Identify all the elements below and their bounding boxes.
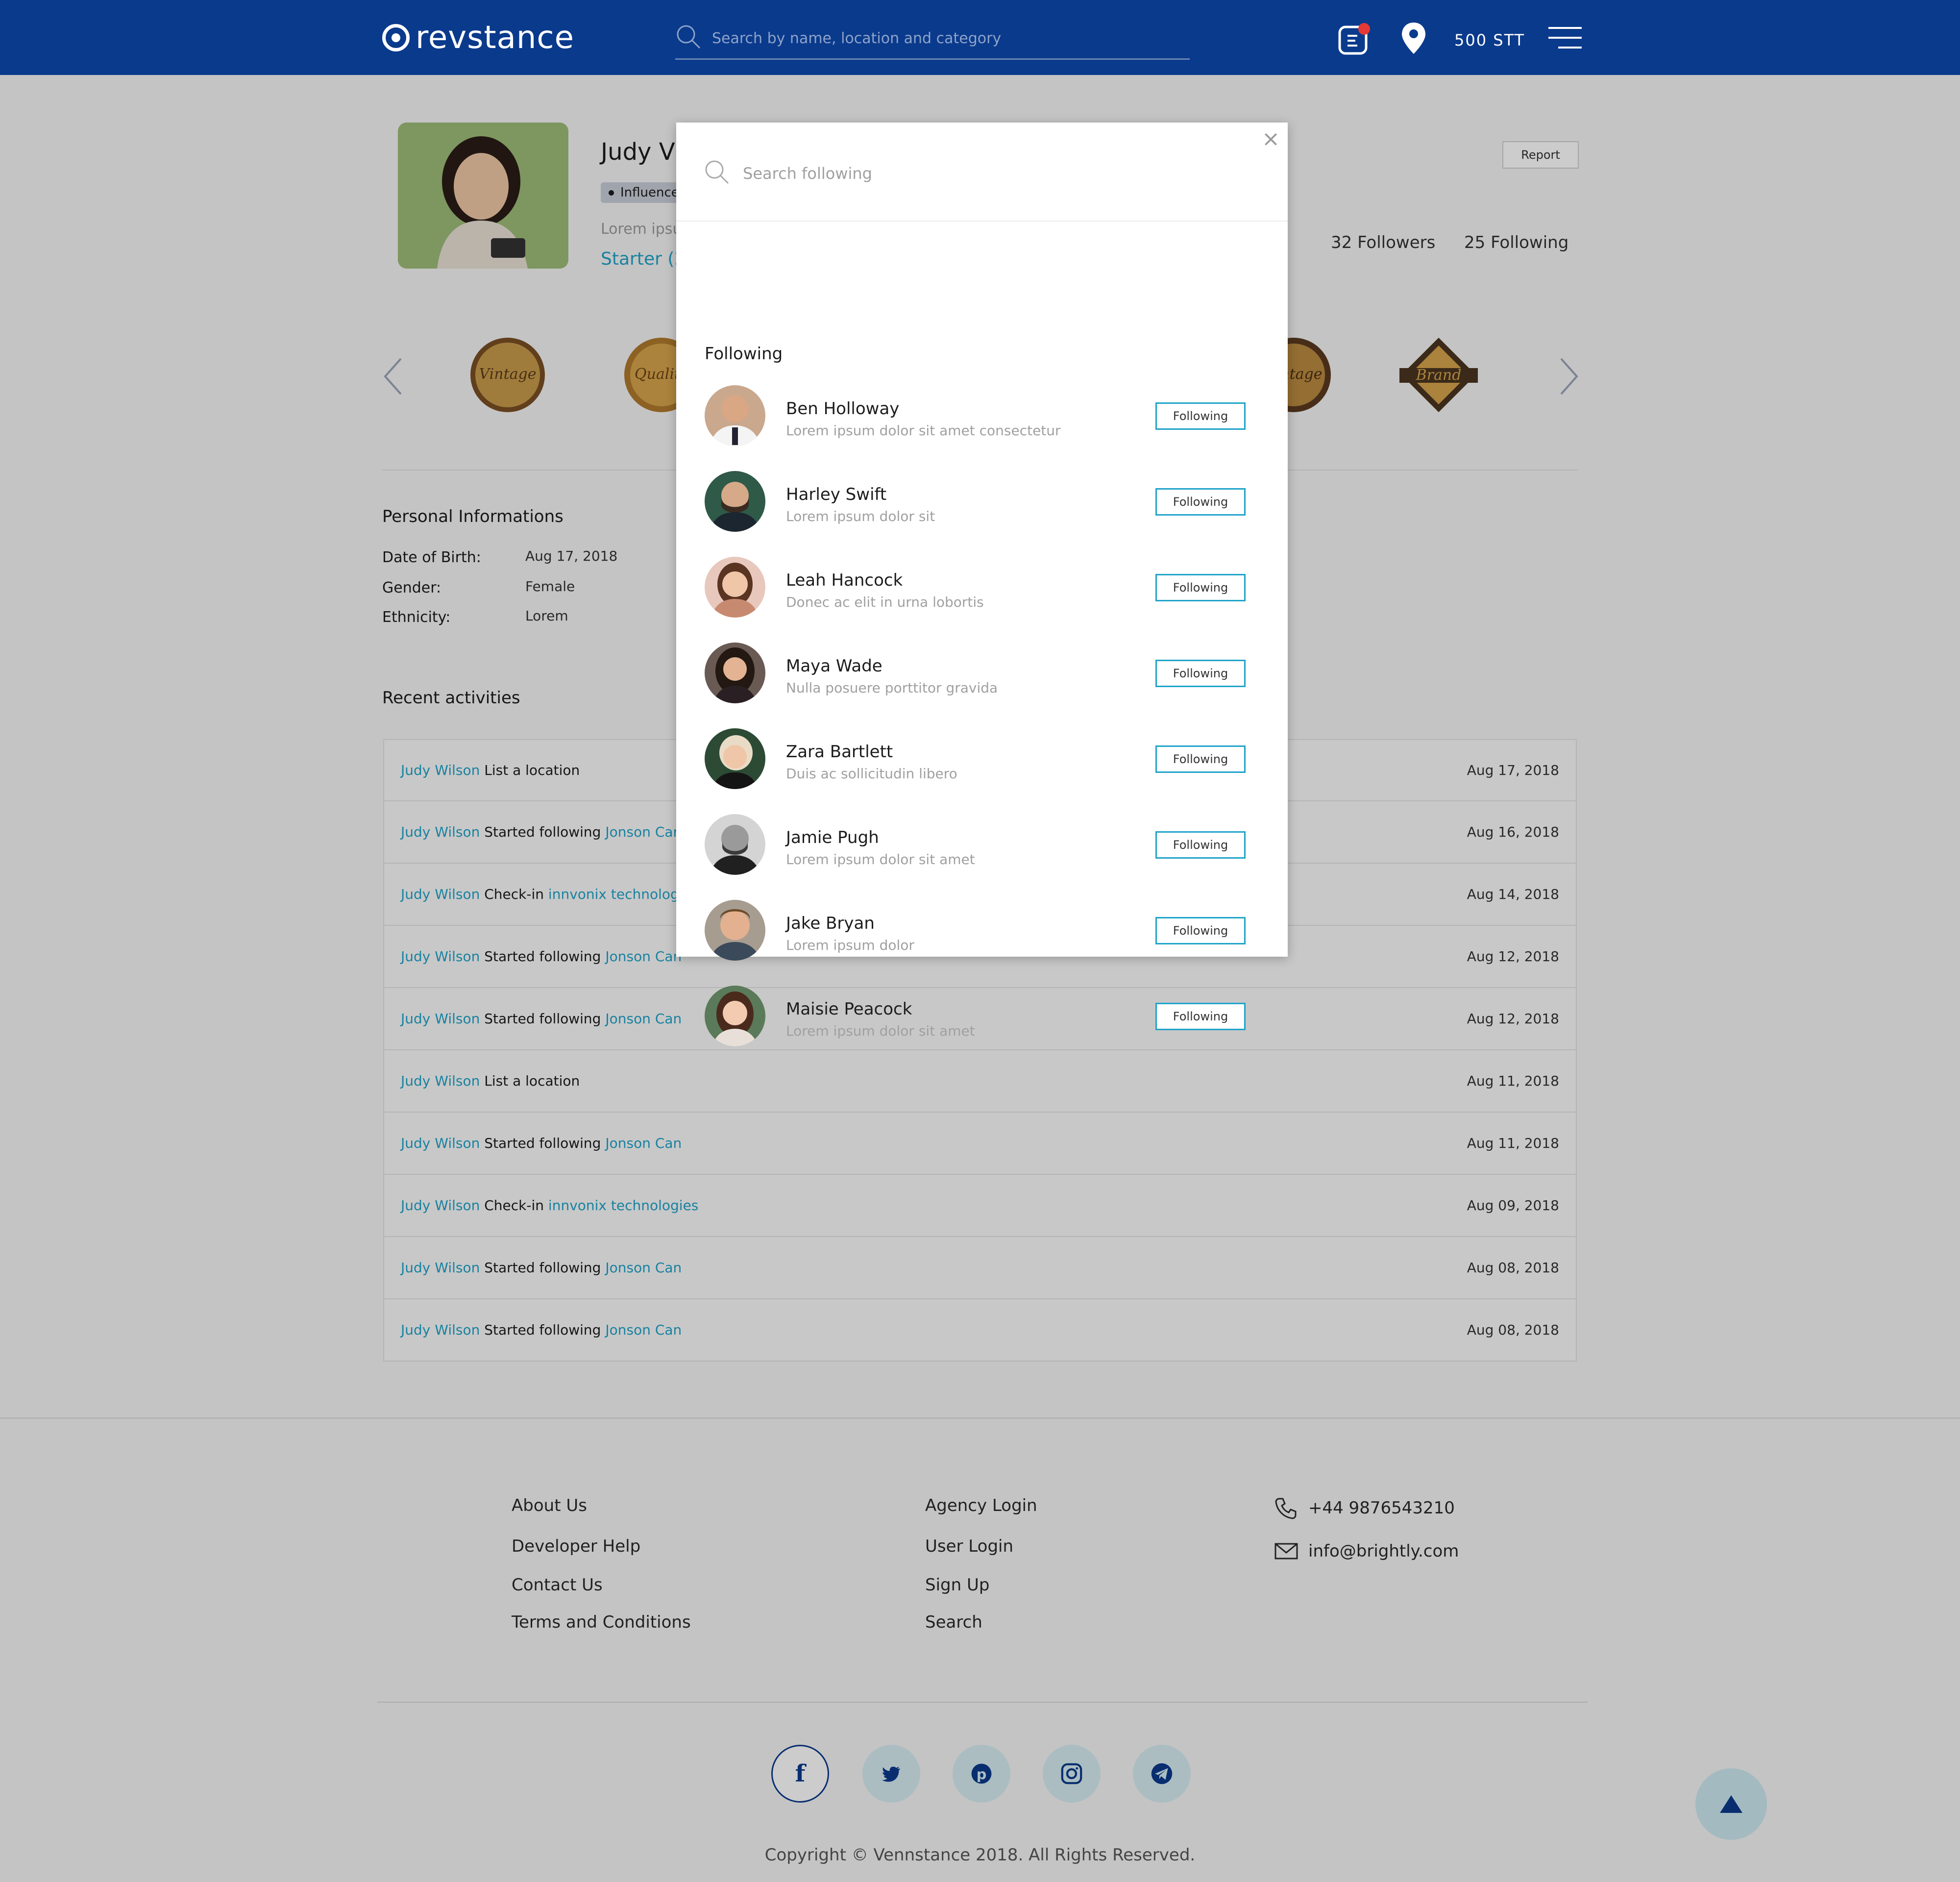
following-item: Leah Hancock Donec ac elit in urna lobor… xyxy=(705,557,1268,643)
following-button[interactable]: Following xyxy=(1155,1003,1246,1030)
following-button[interactable]: Following xyxy=(1155,574,1246,601)
following-search-input[interactable] xyxy=(743,162,1257,185)
user-avatar[interactable] xyxy=(705,643,765,703)
following-button[interactable]: Following xyxy=(1155,660,1246,687)
following-button[interactable]: Following xyxy=(1155,917,1246,944)
following-item: Maisie Peacock Lorem ipsum dolor sit ame… xyxy=(705,986,1268,1071)
top-navbar: revstance 500 STT xyxy=(0,0,1960,75)
search-input[interactable] xyxy=(712,26,1182,50)
user-name[interactable]: Jamie Pugh xyxy=(786,828,879,847)
search-bar xyxy=(675,20,1190,60)
stt-balance[interactable]: 500 STT xyxy=(1454,31,1525,50)
following-item: Harley Swift Lorem ipsum dolor sit Follo… xyxy=(705,471,1268,557)
logo-icon xyxy=(382,24,410,51)
following-button[interactable]: Following xyxy=(1155,831,1246,859)
user-subtitle: Lorem ipsum dolor sit amet xyxy=(786,851,975,867)
user-subtitle: Donec ac elit in urna lobortis xyxy=(786,594,984,610)
user-name[interactable]: Jake Bryan xyxy=(786,914,875,933)
user-avatar[interactable] xyxy=(705,986,765,1046)
logo[interactable]: revstance xyxy=(382,20,574,56)
user-name[interactable]: Maya Wade xyxy=(786,656,882,676)
user-name[interactable]: Leah Hancock xyxy=(786,570,903,590)
user-name[interactable]: Zara Bartlett xyxy=(786,742,893,762)
following-item: Jamie Pugh Lorem ipsum dolor sit amet Fo… xyxy=(705,814,1268,900)
modal-title: Following xyxy=(705,344,783,364)
following-item: Maya Wade Nulla posuere porttitor gravid… xyxy=(705,643,1268,728)
following-button[interactable]: Following xyxy=(1155,488,1246,516)
modal-title-text: Following xyxy=(705,344,783,364)
following-button[interactable]: Following xyxy=(1155,402,1246,430)
user-subtitle: Lorem ipsum dolor sit xyxy=(786,508,935,524)
user-avatar[interactable] xyxy=(705,385,765,446)
user-avatar[interactable] xyxy=(705,814,765,875)
user-avatar[interactable] xyxy=(705,471,765,532)
menu-icon[interactable] xyxy=(1548,26,1582,50)
following-item: Ben Holloway Lorem ipsum dolor sit amet … xyxy=(705,385,1268,471)
search-icon[interactable] xyxy=(675,24,702,50)
user-subtitle: Lorem ipsum dolor sit amet xyxy=(786,1023,975,1039)
location-pin-icon[interactable] xyxy=(1400,22,1427,55)
user-name[interactable]: Harley Swift xyxy=(786,485,886,504)
notification-icon[interactable] xyxy=(1338,22,1371,55)
user-avatar[interactable] xyxy=(705,728,765,789)
search-icon[interactable] xyxy=(704,159,730,185)
user-subtitle: Duis ac sollicitudin libero xyxy=(786,766,957,782)
user-subtitle: Nulla posuere porttitor gravida xyxy=(786,680,998,696)
user-avatar[interactable] xyxy=(705,557,765,618)
user-avatar[interactable] xyxy=(705,900,765,961)
logo-text: revstance xyxy=(416,20,574,56)
following-modal: × Following Ben Holloway Lorem ipsum dol… xyxy=(676,123,1288,1046)
user-subtitle: Lorem ipsum dolor xyxy=(786,937,914,953)
following-item: Jake Bryan Lorem ipsum dolor Following xyxy=(705,900,1268,986)
user-name[interactable]: Maisie Peacock xyxy=(786,999,912,1019)
following-item: Zara Bartlett Duis ac sollicitudin liber… xyxy=(705,728,1268,814)
user-subtitle: Lorem ipsum dolor sit amet consectetur xyxy=(786,422,1061,439)
user-name[interactable]: Ben Holloway xyxy=(786,399,899,419)
following-button[interactable]: Following xyxy=(1155,745,1246,773)
following-list: Ben Holloway Lorem ipsum dolor sit amet … xyxy=(705,385,1268,1071)
